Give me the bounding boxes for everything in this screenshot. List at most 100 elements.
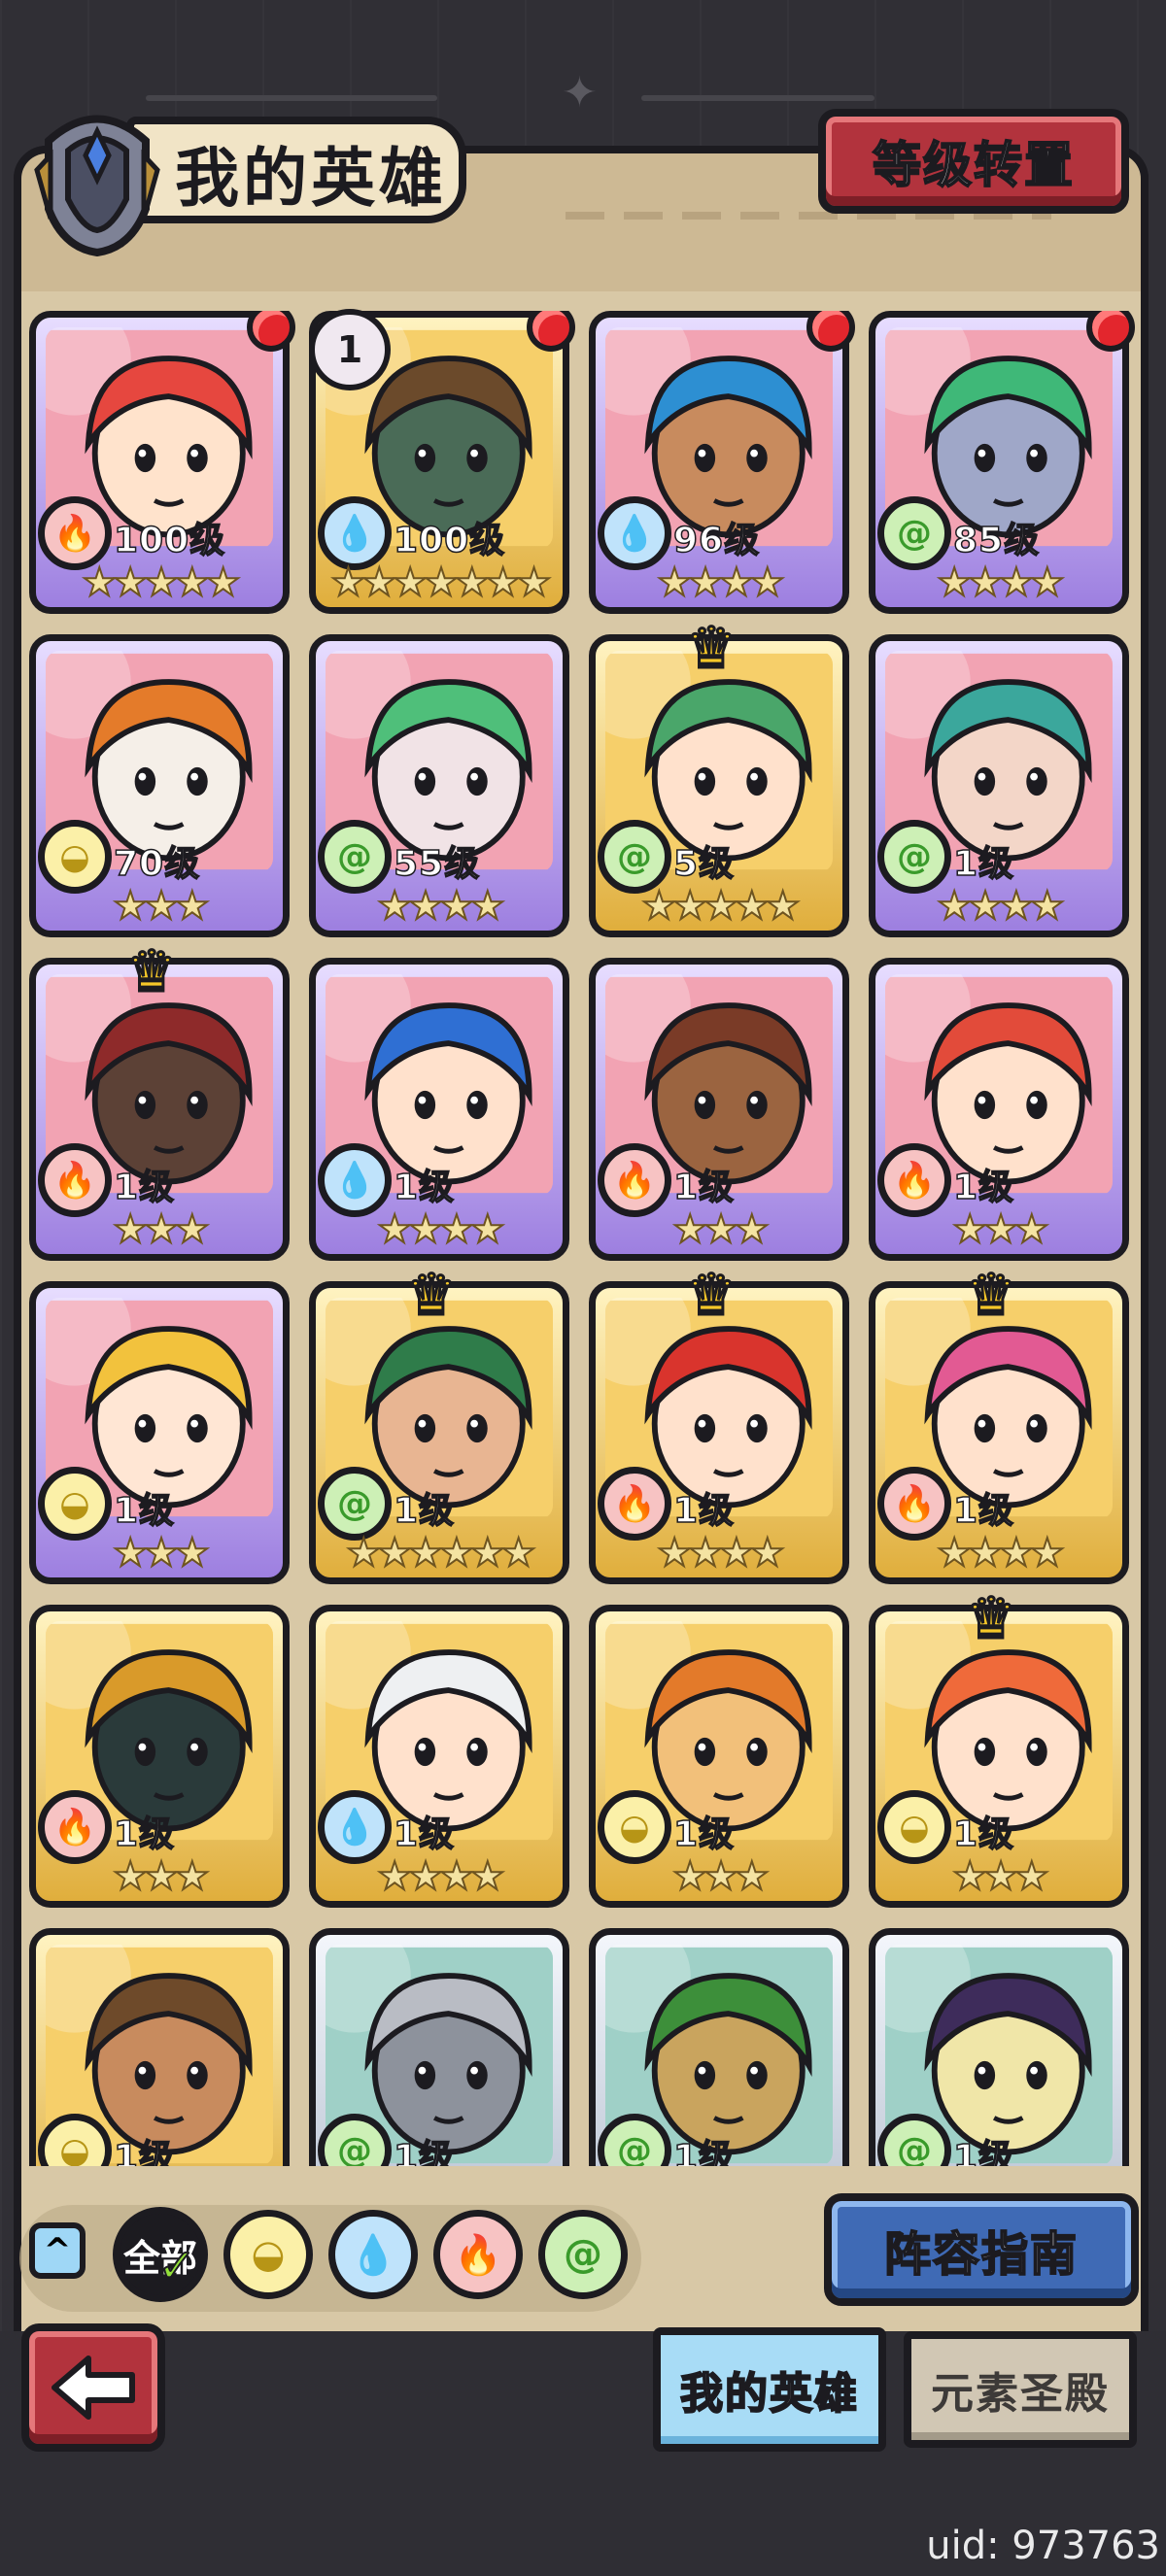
tab-element-temple[interactable]: 元素圣殿 [904,2331,1137,2448]
hero-level: 100级 [113,520,226,561]
filter-water-button[interactable]: 💧 [328,2210,418,2299]
page-title: 我的英雄 [175,141,447,216]
hero-level: 1级 [952,2137,1015,2166]
hero-level: 1级 [672,1813,736,1855]
fire-element-icon: 🔥 [598,1143,671,1217]
hero-stars: ★★★ [112,1853,211,1900]
water-element-icon: 💧 [318,1790,392,1864]
hero-stars: ★★★★ [656,1530,785,1576]
check-icon: ✓ [156,2238,197,2294]
filter-fire-button[interactable]: 🔥 [433,2210,523,2299]
hero-card[interactable]: @85级 ★★★★ [869,311,1129,614]
hero-card[interactable]: ◒ 1级 [29,1928,290,2166]
fire-element-icon: 🔥 [38,1143,112,1217]
hero-level: 1级 [113,1490,176,1532]
hero-card[interactable]: 🔥 100级 ★★★★★ [29,311,290,614]
hero-level: 70级 [113,843,201,885]
hero-stars: ★★★ [112,883,211,930]
back-arrow-icon [51,2356,135,2420]
wind-element-icon: @ [318,1467,392,1541]
filter-wind-button[interactable]: @ [538,2210,628,2299]
hero-stars: ★★★ [951,1206,1050,1253]
hero-stars: ★★★★ [656,559,785,606]
collapse-button[interactable]: ^ [29,2222,86,2279]
rank-badge: 1 [309,309,391,390]
hero-card[interactable]: 🔥 1级 ★★★ [869,958,1129,1261]
fire-element-icon: 🔥 [454,2232,502,2278]
hero-level: 1级 [113,1167,176,1208]
wind-element-icon: @ [877,496,951,570]
hero-card[interactable]: @1级 [869,1928,1129,2166]
hero-stars: ★★★★ [376,1853,505,1900]
water-element-icon: 💧 [349,2232,397,2278]
hero-level: 1级 [952,1490,1015,1532]
lineup-guide-button[interactable]: 阵容指南 [824,2193,1139,2306]
decor-line [146,95,437,101]
hero-stars: ★★★ [671,1206,771,1253]
earth-element-icon: ◒ [38,820,112,894]
crown-icon: ♛ [125,937,179,1006]
wind-element-icon: @ [318,820,392,894]
hero-stars: ★★★★★★★ [329,559,552,606]
hero-card[interactable]: @1级 [589,1928,849,2166]
hero-stars: ★★★★ [936,559,1065,606]
hero-stars: ★★★ [671,1853,771,1900]
hero-level: 1级 [952,1813,1015,1855]
tab-element-temple-label: 元素圣殿 [931,2369,1110,2419]
chevron-up-icon: ^ [43,2231,72,2270]
fire-element-icon: 🔥 [598,1467,671,1541]
hero-card[interactable]: @1级 ★★★★ [869,634,1129,937]
hero-stars: ★★★★ [936,883,1065,930]
hero-stars: ★★★★ [936,1530,1065,1576]
hero-card[interactable]: 🔥 1级 ★★★ [29,1605,290,1908]
hero-level: 1级 [672,1167,736,1208]
hero-card[interactable]: 💧 1级 ★★★★ [309,1605,569,1908]
earth-element-icon: ◒ [38,1467,112,1541]
hero-level: 1级 [113,1813,176,1855]
hero-card[interactable]: 💧 1级 ★★★★ [309,958,569,1261]
hero-level: 1级 [393,2137,456,2166]
hero-level: 85级 [952,520,1041,561]
water-element-icon: 💧 [318,496,392,570]
crown-icon: ♛ [965,1584,1018,1653]
earth-element-icon: ◒ [598,1790,671,1864]
hero-level: 5级 [672,843,736,885]
wind-element-icon: @ [598,820,671,894]
hero-stars: ★★★★ [376,883,505,930]
hero-card[interactable]: 💧 96级 ★★★★ [589,311,849,614]
earth-element-icon: ◒ [251,2232,286,2277]
hero-grid: 🔥 100级 ★★★★★ 💧 100级 ★★★★★★★ 💧 96级 ★★★★ @85级 ★★★★ ◒ 7… [29,311,1137,2166]
crown-icon: ♛ [405,1261,459,1330]
wind-element-icon: @ [877,820,951,894]
back-button[interactable] [21,2323,165,2452]
hero-level: 1级 [113,2137,176,2166]
earth-element-icon: ◒ [877,1790,951,1864]
lineup-guide-label: 阵容指南 [883,2226,1079,2283]
hero-stars: ★★★ [112,1530,211,1576]
hero-card[interactable]: ◒ 1级 ★★★ [589,1605,849,1908]
hero-stars: ★★★★★ [81,559,241,606]
hero-stars: ★★★ [951,1853,1050,1900]
hero-card[interactable]: @55级 ★★★★ [309,634,569,937]
level-transfer-button[interactable]: 等级转置 [818,109,1129,214]
hero-card[interactable]: ◒ 70级 ★★★ [29,634,290,937]
hero-level: 1级 [393,1167,456,1208]
decor-line [641,95,874,101]
fire-element-icon: 🔥 [38,496,112,570]
crown-icon: ♛ [685,1261,738,1330]
level-transfer-label: 等级转置 [872,136,1075,194]
filter-earth-button[interactable]: ◒ [223,2210,313,2299]
water-element-icon: 💧 [318,1143,392,1217]
wind-element-icon: @ [564,2232,602,2277]
hero-card[interactable]: ◒ 1级 ★★★ [29,1281,290,1584]
fire-element-icon: 🔥 [877,1467,951,1541]
hero-card[interactable]: @1级 [309,1928,569,2166]
tab-my-heroes[interactable]: 我的英雄 [653,2327,886,2452]
hero-stars: ★★★★★★ [345,1530,536,1576]
decor-star-icon: ✦ [562,68,598,118]
tab-my-heroes-label: 我的英雄 [679,2368,859,2420]
crown-icon: ♛ [965,1261,1018,1330]
hero-card[interactable]: 🔥 1级 ★★★ [589,958,849,1261]
hero-level: 96级 [672,520,761,561]
hero-level: 1级 [393,1490,456,1532]
